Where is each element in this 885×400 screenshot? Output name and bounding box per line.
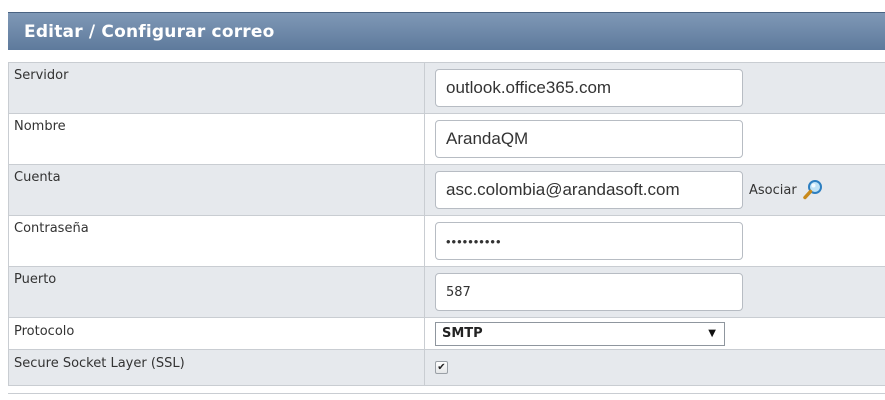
puerto-value-cell xyxy=(425,267,885,317)
row-ssl: Secure Socket Layer (SSL) ✔ xyxy=(9,350,885,386)
contrasena-value-cell xyxy=(425,216,885,266)
asociar-label: Asociar xyxy=(749,182,797,198)
protocolo-selected: SMTP xyxy=(442,326,483,341)
search-icon[interactable] xyxy=(802,179,824,201)
cuenta-value-cell: Asociar xyxy=(425,165,885,215)
ssl-checkbox[interactable]: ✔ xyxy=(435,361,448,374)
row-contrasena: Contraseña xyxy=(9,216,885,267)
checkmark-icon: ✔ xyxy=(437,361,446,373)
servidor-value-cell xyxy=(425,63,885,113)
row-protocolo: Protocolo SMTP ▼ xyxy=(9,318,885,350)
protocolo-value-cell: SMTP ▼ xyxy=(425,318,885,349)
bottom-divider xyxy=(8,393,885,394)
protocolo-select[interactable]: SMTP ▼ xyxy=(435,321,725,346)
panel-title: Editar / Configurar correo xyxy=(24,21,275,42)
row-nombre: Nombre xyxy=(9,114,885,165)
servidor-label: Servidor xyxy=(9,63,425,113)
dropdown-arrow-icon: ▼ xyxy=(708,328,716,339)
protocolo-label: Protocolo xyxy=(9,318,425,349)
nombre-value-cell xyxy=(425,114,885,164)
ssl-value-cell: ✔ xyxy=(425,350,885,385)
servidor-input[interactable] xyxy=(435,69,743,107)
cuenta-input[interactable] xyxy=(435,171,743,209)
puerto-label: Puerto xyxy=(9,267,425,317)
nombre-input[interactable] xyxy=(435,120,743,158)
puerto-input[interactable] xyxy=(435,273,743,311)
ssl-label: Secure Socket Layer (SSL) xyxy=(9,350,425,385)
nombre-label: Nombre xyxy=(9,114,425,164)
row-puerto: Puerto xyxy=(9,267,885,318)
email-config-panel: Editar / Configurar correo Servidor Nomb… xyxy=(8,12,885,386)
panel-header: Editar / Configurar correo xyxy=(8,12,885,50)
contrasena-label: Contraseña xyxy=(9,216,425,266)
row-cuenta: Cuenta Asociar xyxy=(9,165,885,216)
asociar-button[interactable]: Asociar xyxy=(749,179,824,201)
cuenta-label: Cuenta xyxy=(9,165,425,215)
config-form: Servidor Nombre Cuenta Asociar xyxy=(8,62,885,386)
contrasena-input[interactable] xyxy=(435,222,743,260)
row-servidor: Servidor xyxy=(9,63,885,114)
